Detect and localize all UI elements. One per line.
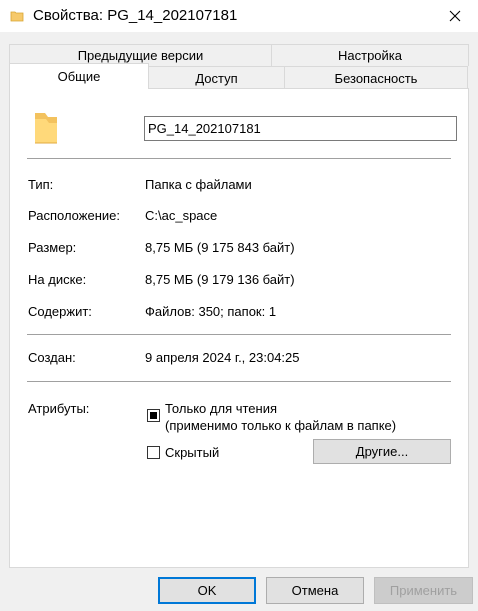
created-value: 9 апреля 2024 г., 23:04:25 [145, 350, 300, 365]
separator [27, 334, 451, 335]
folder-icon [10, 9, 24, 26]
type-value: Папка с файлами [145, 177, 252, 192]
tab-security[interactable]: Безопасность [284, 66, 468, 89]
contains-label: Содержит: [28, 304, 92, 319]
readonly-checkbox[interactable] [147, 409, 160, 422]
general-tab-panel: Тип: Папка с файлами Расположение: C:\ac… [9, 88, 469, 568]
size-label: Размер: [28, 240, 77, 255]
window-title: Свойства: PG_14_202107181 [33, 7, 238, 24]
readonly-label: Только для чтения [165, 401, 278, 416]
advanced-attributes-button[interactable]: Другие... [313, 439, 451, 464]
folder-name-input[interactable] [144, 116, 457, 141]
hidden-label: Скрытый [165, 445, 220, 460]
button-label: Отмена [291, 583, 339, 598]
ok-button[interactable]: OK [158, 577, 256, 604]
tab-label: Предыдущие версии [77, 48, 204, 63]
attributes-label: Атрибуты: [28, 401, 90, 416]
tab-label: Безопасность [334, 70, 418, 86]
button-label: OK [197, 583, 217, 598]
separator [27, 158, 451, 159]
close-button[interactable] [432, 0, 478, 32]
tab-row-front: Общие Доступ Безопасность [9, 63, 468, 89]
cancel-button[interactable]: Отмена [266, 577, 364, 604]
tab-sharing[interactable]: Доступ [148, 66, 285, 89]
type-label: Тип: [28, 177, 54, 192]
tab-general[interactable]: Общие [9, 63, 149, 89]
separator [27, 381, 451, 382]
close-icon [449, 10, 461, 22]
folder-icon [32, 111, 60, 148]
title-bar: Свойства: PG_14_202107181 [0, 0, 478, 32]
button-label: Другие... [355, 444, 409, 459]
location-label: Расположение: [28, 208, 120, 223]
size-on-disk-value: 8,75 МБ (9 179 136 байт) [145, 272, 295, 287]
apply-button[interactable]: Применить [374, 577, 473, 604]
tab-customize[interactable]: Настройка [271, 44, 469, 66]
tab-label: Общие [57, 69, 101, 84]
contains-value: Файлов: 350; папок: 1 [145, 304, 277, 319]
size-value: 8,75 МБ (9 175 843 байт) [145, 240, 295, 255]
checkbox-indeterminate-mark [150, 412, 157, 419]
tab-label: Настройка [338, 48, 402, 63]
button-label: Применить [389, 583, 458, 598]
hidden-checkbox[interactable] [147, 446, 160, 459]
size-on-disk-label: На диске: [28, 272, 87, 287]
tab-label: Доступ [195, 70, 238, 86]
readonly-note: (применимо только к файлам в папке) [165, 418, 397, 433]
location-value: C:\ac_space [145, 208, 218, 223]
created-label: Создан: [28, 350, 76, 365]
